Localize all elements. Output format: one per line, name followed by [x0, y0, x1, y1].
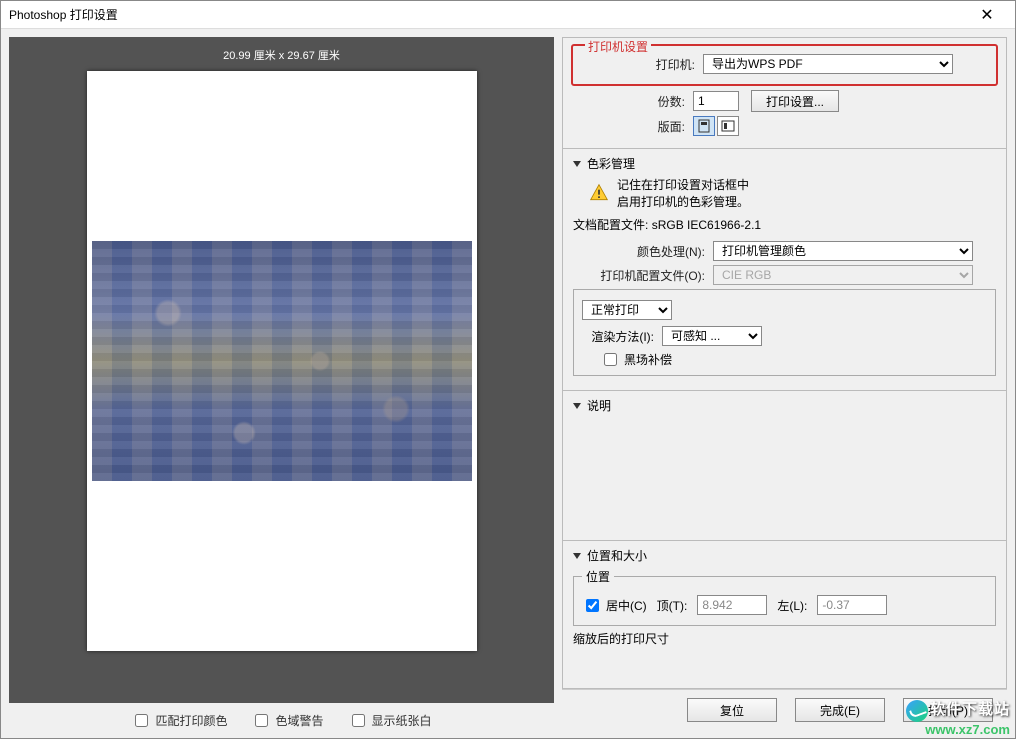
settings-panel: 打印机设置 打印机: 导出为WPS PDF 份数: 打印设置... 版面: — [562, 37, 1007, 730]
doc-profile-label: 文档配置文件: — [573, 218, 648, 232]
preview-panel: 20.99 厘米 x 29.67 厘米 匹配打印颜色 色域警告 显示纸张白 — [9, 37, 554, 730]
top-input — [697, 595, 767, 615]
printer-profile-select: CIE RGB — [713, 265, 973, 285]
print-settings-button[interactable]: 打印设置... — [751, 90, 839, 112]
position-size-header[interactable]: 位置和大小 — [573, 547, 996, 564]
print-dialog: Photoshop 打印设置 ✕ 20.99 厘米 x 29.67 厘米 匹配打… — [0, 0, 1016, 739]
landscape-icon[interactable] — [717, 116, 739, 136]
normal-print-select[interactable]: 正常打印 — [582, 300, 672, 320]
dimensions-label: 20.99 厘米 x 29.67 厘米 — [223, 47, 340, 63]
warning-line2: 启用打印机的色彩管理。 — [617, 193, 749, 210]
position-size-section: 位置和大小 位置 居中(C) 顶(T): 左(L): 缩放后的打印尺寸 — [563, 540, 1006, 657]
top-label: 顶(T): — [657, 597, 688, 614]
printer-label: 打印机: — [583, 56, 703, 73]
chevron-down-icon — [573, 161, 581, 167]
printer-profile-label: 打印机配置文件(O): — [573, 267, 713, 284]
rendering-intent-select[interactable]: 可感知 ... — [662, 326, 762, 346]
print-button[interactable]: 打印(P) — [903, 698, 993, 722]
doc-profile-row: 文档配置文件: sRGB IEC61966-2.1 — [573, 216, 996, 233]
warning-text: 记住在打印设置对话框中 启用打印机的色彩管理。 — [617, 176, 749, 210]
description-header[interactable]: 说明 — [573, 397, 996, 414]
warning-icon — [589, 183, 609, 203]
scaled-print-size-label: 缩放后的打印尺寸 — [573, 630, 996, 647]
center-checkbox-label[interactable]: 居中(C) — [582, 596, 647, 615]
show-paper-white-checkbox[interactable]: 显示纸张白 — [348, 711, 432, 730]
color-handling-select[interactable]: 打印机管理颜色 — [713, 241, 973, 261]
description-section: 说明 — [563, 390, 1006, 540]
chevron-down-icon — [573, 403, 581, 409]
rendering-fieldset: 正常打印 渲染方法(I): 可感知 ... 黑场补偿 — [573, 289, 996, 376]
portrait-icon[interactable] — [693, 116, 715, 136]
printer-select[interactable]: 导出为WPS PDF — [703, 54, 953, 74]
black-point-label: 黑场补偿 — [624, 351, 672, 368]
match-print-colors-label: 匹配打印颜色 — [155, 712, 227, 729]
color-management-header[interactable]: 色彩管理 — [573, 155, 996, 172]
match-print-colors-input[interactable] — [135, 714, 148, 727]
settings-scroll[interactable]: 打印机设置 打印机: 导出为WPS PDF 份数: 打印设置... 版面: — [562, 37, 1007, 689]
show-paper-white-label: 显示纸张白 — [372, 712, 432, 729]
copies-label: 份数: — [573, 93, 693, 110]
image-preview[interactable] — [92, 241, 472, 481]
preview-canvas: 20.99 厘米 x 29.67 厘米 — [9, 37, 554, 703]
position-legend: 位置 — [582, 568, 614, 585]
reset-button[interactable]: 复位 — [687, 698, 777, 722]
center-checkbox[interactable] — [586, 599, 599, 612]
color-management-title: 色彩管理 — [587, 155, 635, 172]
color-warning: 记住在打印设置对话框中 启用打印机的色彩管理。 — [589, 176, 996, 210]
content-area: 20.99 厘米 x 29.67 厘米 匹配打印颜色 色域警告 显示纸张白 打印… — [1, 29, 1015, 738]
show-paper-white-input[interactable] — [352, 714, 365, 727]
rendering-label: 渲染方法(I): — [582, 328, 662, 345]
paper-preview[interactable] — [87, 71, 477, 651]
position-fieldset: 位置 居中(C) 顶(T): 左(L): — [573, 568, 996, 626]
window-title: Photoshop 打印设置 — [9, 6, 967, 23]
printer-setup-group: 打印机设置 打印机: 导出为WPS PDF — [571, 44, 998, 86]
left-input — [817, 595, 887, 615]
left-label: 左(L): — [777, 597, 807, 614]
gamut-warning-label: 色域警告 — [275, 712, 323, 729]
position-size-title: 位置和大小 — [587, 547, 647, 564]
color-management-section: 色彩管理 记住在打印设置对话框中 启用打印机的色彩管理。 文档配置文件: sRG… — [563, 148, 1006, 390]
copies-input[interactable] — [693, 91, 739, 111]
color-handling-label: 颜色处理(N): — [573, 243, 713, 260]
description-title: 说明 — [587, 397, 611, 414]
printer-setup-legend: 打印机设置 — [585, 38, 651, 55]
close-icon[interactable]: ✕ — [967, 5, 1007, 25]
match-print-colors-checkbox[interactable]: 匹配打印颜色 — [131, 711, 227, 730]
chevron-down-icon — [573, 553, 581, 559]
warning-line1: 记住在打印设置对话框中 — [617, 176, 749, 193]
done-button[interactable]: 完成(E) — [795, 698, 885, 722]
preview-options: 匹配打印颜色 色域警告 显示纸张白 — [9, 703, 554, 730]
gamut-warning-checkbox[interactable]: 色域警告 — [251, 711, 323, 730]
dialog-buttons: 复位 完成(E) 打印(P) — [562, 689, 1007, 730]
black-point-checkbox[interactable] — [604, 353, 617, 366]
titlebar: Photoshop 打印设置 ✕ — [1, 1, 1015, 29]
gamut-warning-input[interactable] — [255, 714, 268, 727]
doc-profile-value: sRGB IEC61966-2.1 — [652, 218, 761, 232]
center-text: 居中(C) — [606, 597, 647, 614]
layout-label: 版面: — [573, 118, 693, 135]
